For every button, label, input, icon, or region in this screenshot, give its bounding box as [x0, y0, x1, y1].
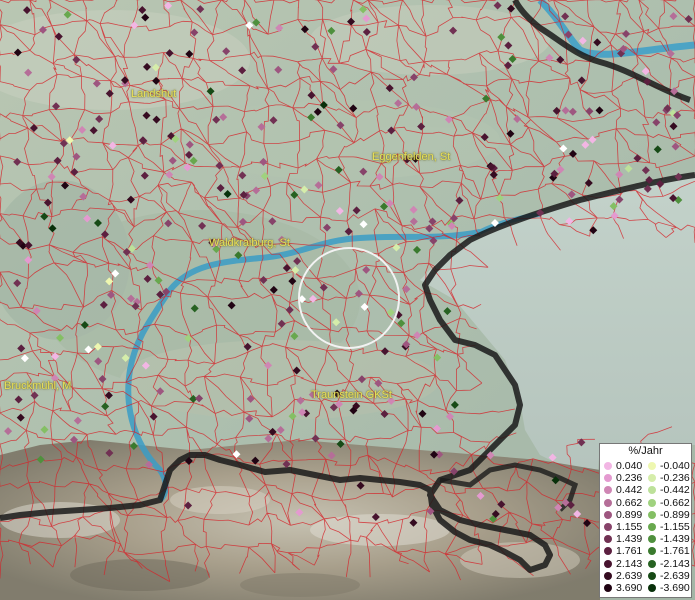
legend-swatch [604, 486, 612, 495]
legend-value: -0.442 [660, 484, 690, 497]
legend-title: %/Jahr [628, 445, 663, 457]
legend-value: 1.761 [616, 545, 643, 558]
legend-value: 3.690 [616, 582, 643, 594]
town-label-bruckmuehl: Bruckmühl, M [4, 380, 72, 392]
town-label-eggenfelden: Eggenfelden, St [372, 151, 451, 163]
legend-value: 0.236 [616, 472, 643, 485]
legend-swatch [604, 547, 612, 556]
legend-swatch [648, 547, 656, 556]
legend-swatch [604, 584, 612, 592]
legend-swatch [648, 523, 656, 531]
legend-swatch [648, 474, 656, 483]
legend-value: -0.899 [660, 508, 690, 521]
legend-value: 0.442 [616, 484, 643, 497]
legend-value: 0.662 [616, 496, 643, 509]
legend-swatch [648, 486, 656, 495]
town-label-traunstein: Traunstein GKSt [311, 389, 392, 401]
map-canvas[interactable] [0, 0, 695, 600]
legend-swatch [648, 535, 656, 544]
legend-value: 1.155 [616, 521, 643, 533]
map-legend: %/Jahr 0.040 -0.040 0.236 -0.236 0.442 -0.442… [599, 443, 692, 598]
legend-swatch [648, 584, 656, 592]
legend-swatch [604, 498, 612, 507]
legend-value: 2.639 [616, 569, 643, 582]
legend-swatch [604, 510, 612, 519]
legend-value: 1.439 [616, 533, 643, 546]
legend-swatch [648, 571, 656, 580]
legend-value: 0.899 [616, 508, 643, 521]
legend-swatch [648, 510, 656, 519]
legend-swatch [604, 559, 612, 568]
legend-swatch [648, 498, 656, 507]
legend-swatch [648, 559, 656, 568]
legend-swatch [604, 474, 612, 483]
legend-value: -1.439 [660, 533, 690, 546]
town-label-waldkraiburg: Waldkraiburg, St [209, 237, 290, 249]
legend-swatch [604, 462, 612, 470]
legend-swatch [604, 571, 612, 580]
legend-value: -0.236 [660, 472, 690, 485]
legend-value: -0.040 [660, 460, 690, 472]
legend-swatch [648, 462, 656, 470]
legend-value: -2.143 [660, 557, 690, 570]
legend-value: 2.143 [616, 557, 643, 570]
legend-value: -2.639 [660, 569, 690, 582]
legend-swatch [604, 523, 612, 531]
map-view[interactable]: Landshut Eggenfelden, St Waldkraiburg, S… [0, 0, 695, 600]
legend-value: -3.690 [660, 582, 690, 594]
legend-value: 0.040 [616, 460, 643, 472]
legend-swatch [604, 535, 612, 544]
town-label-landshut: Landshut [131, 88, 177, 100]
legend-value: -0.662 [660, 496, 690, 509]
legend-value: -1.761 [660, 545, 690, 558]
legend-value: -1.155 [660, 521, 690, 533]
